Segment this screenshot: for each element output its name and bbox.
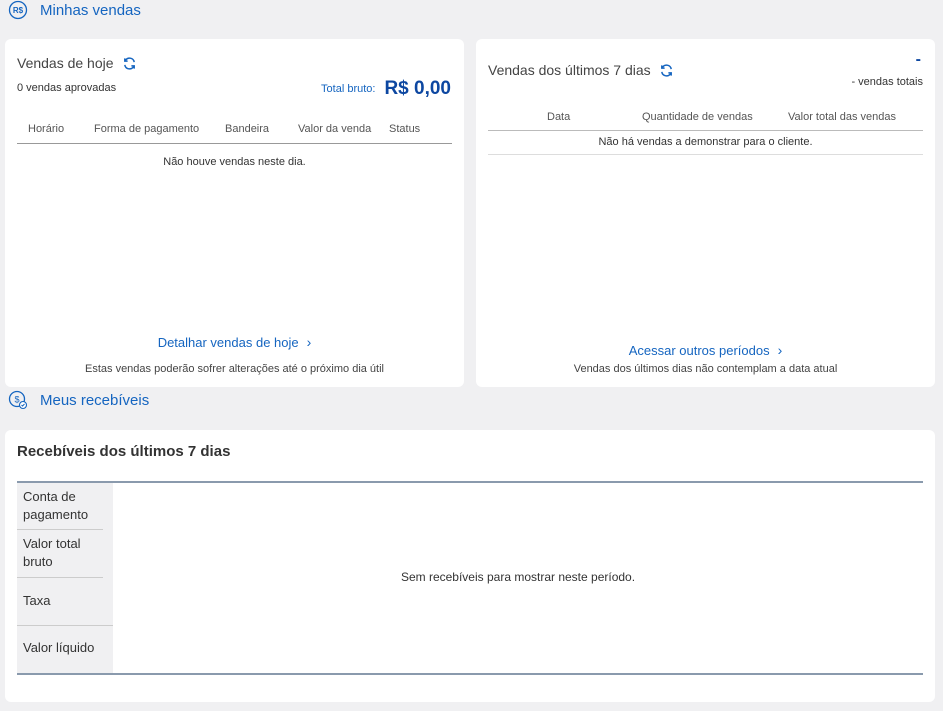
column-header[interactable]: Horário bbox=[28, 123, 64, 135]
svg-text:$: $ bbox=[14, 395, 19, 405]
column-header[interactable]: Valor total das vendas bbox=[788, 111, 896, 123]
today-sales-title: Vendas de hoje bbox=[17, 55, 114, 71]
today-table-header: Horário Forma de pagamento Bandeira Valo… bbox=[17, 123, 452, 144]
chevron-right-icon: › bbox=[777, 342, 783, 358]
today-details-link-label[interactable]: Detalhar vendas de hoje bbox=[158, 335, 299, 350]
receivables-card: Recebíveis dos últimos 7 dias Conta de p… bbox=[5, 430, 935, 702]
receivables-empty-message: Sem recebíveis para mostrar neste períod… bbox=[400, 570, 636, 584]
column-header[interactable]: Forma de pagamento bbox=[94, 123, 199, 135]
week-sales-card: Vendas dos últimos 7 dias - - vendas tot… bbox=[476, 39, 935, 387]
receivables-row-label: Conta de pagamento bbox=[17, 483, 103, 530]
today-empty-message: Não houve vendas neste dia. bbox=[163, 156, 306, 168]
receivables-section-title: Meus recebíveis bbox=[40, 391, 150, 409]
sales-section-header: R$ Minhas vendas bbox=[8, 0, 141, 20]
column-header[interactable]: Data bbox=[547, 111, 570, 123]
today-sales-card: Vendas de hoje 0 vendas aprovadas Total … bbox=[5, 39, 464, 387]
week-note: Vendas dos últimos dias não contemplam a… bbox=[573, 363, 838, 375]
receivables-section-header: $ Meus recebíveis bbox=[8, 390, 149, 410]
week-total-value: - bbox=[915, 51, 921, 68]
receivables-title: Recebíveis dos últimos 7 dias bbox=[17, 443, 231, 460]
svg-text:R$: R$ bbox=[13, 6, 24, 15]
receivables-row-label: Valor total bruto bbox=[17, 530, 103, 578]
other-periods-link[interactable]: Acessar outros períodos › bbox=[476, 342, 935, 358]
total-gross-value: R$ 0,00 bbox=[384, 78, 451, 99]
column-header[interactable]: Quantidade de vendas bbox=[642, 111, 753, 123]
week-empty-message: Não há vendas a demonstrar para o client… bbox=[488, 136, 923, 155]
column-header[interactable]: Bandeira bbox=[225, 123, 269, 135]
today-note: Estas vendas poderão sofrer alterações a… bbox=[85, 363, 384, 375]
money-receive-icon: $ bbox=[8, 390, 28, 410]
chevron-right-icon: › bbox=[306, 334, 312, 350]
week-table-header: Data Quantidade de vendas Valor total da… bbox=[488, 111, 923, 131]
refresh-icon[interactable] bbox=[659, 63, 674, 78]
week-sales-title: Vendas dos últimos 7 dias bbox=[488, 62, 651, 78]
refresh-icon[interactable] bbox=[122, 56, 137, 71]
week-total-sales: - vendas totais bbox=[851, 76, 923, 88]
total-gross-label: Total bruto: bbox=[321, 83, 376, 95]
brl-currency-icon: R$ bbox=[8, 0, 28, 20]
receivables-row-label: Valor líquido bbox=[23, 640, 95, 655]
receivables-row-label: Taxa bbox=[17, 578, 113, 626]
today-details-link[interactable]: Detalhar vendas de hoje › bbox=[5, 334, 464, 350]
sales-section-title: Minhas vendas bbox=[40, 1, 141, 19]
column-header[interactable]: Valor da venda bbox=[298, 123, 371, 135]
approved-sales-count: 0 vendas aprovadas bbox=[17, 82, 117, 94]
other-periods-link-label[interactable]: Acessar outros períodos bbox=[629, 343, 770, 358]
receivables-table: Conta de pagamento Valor total bruto Tax… bbox=[17, 481, 923, 675]
column-header[interactable]: Status bbox=[389, 123, 420, 135]
